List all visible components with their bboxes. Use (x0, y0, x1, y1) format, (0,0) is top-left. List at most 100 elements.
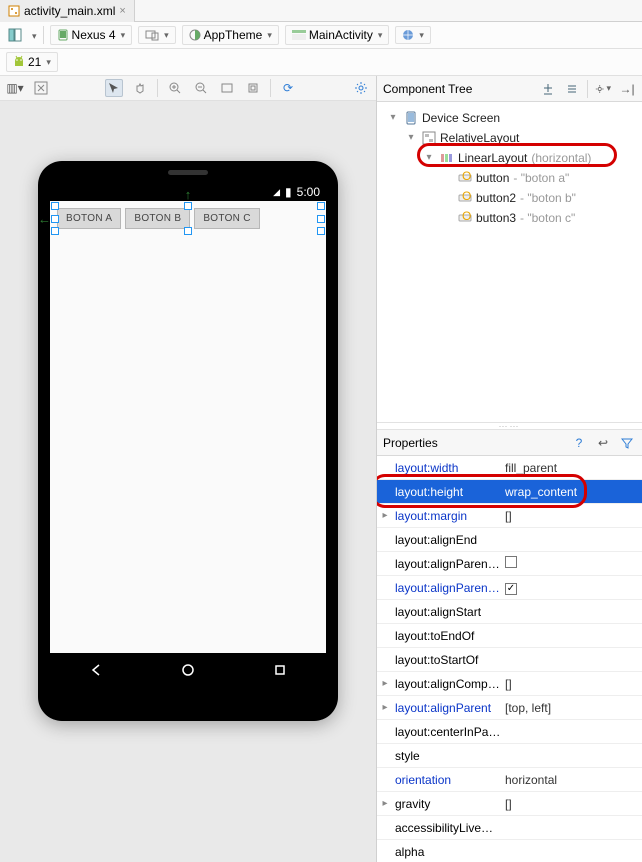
nav-home-icon[interactable] (180, 662, 196, 678)
property-row[interactable]: ▸gravity[] (377, 792, 642, 816)
zoom-actual-icon[interactable] (244, 79, 262, 97)
selected-linearlayout[interactable]: ↑ ← BOTON ABOTON BBOTON C (56, 207, 320, 230)
property-row[interactable]: layout:alignEnd (377, 528, 642, 552)
property-name: layout:margin (393, 509, 501, 523)
property-row[interactable]: accessibilityLiveRegion (377, 816, 642, 840)
close-icon[interactable]: × (119, 5, 125, 17)
revert-icon[interactable]: ↩ (594, 434, 612, 452)
component-tree-header: Component Tree →| (377, 76, 642, 102)
tree-node-button[interactable]: OKbutton - "boton a" (377, 168, 642, 188)
property-row[interactable]: ▸layout:alignComponent[] (377, 672, 642, 696)
device-icon (403, 111, 418, 126)
preview-button[interactable]: BOTON A (57, 208, 121, 229)
property-value: [top, left] (505, 701, 551, 715)
expander-icon[interactable]: ▸ (377, 798, 393, 809)
tree-node-device screen[interactable]: ▾Device Screen (377, 108, 642, 128)
property-name: layout:alignStart (393, 605, 501, 619)
tree-caret[interactable]: ▾ (405, 129, 417, 147)
property-row[interactable]: layout:alignStart (377, 600, 642, 624)
theme-picker[interactable]: AppTheme (182, 25, 279, 45)
refresh-icon[interactable]: ⟳ (279, 79, 297, 97)
tree-label: button2 (476, 189, 516, 207)
palette-toggle-icon[interactable] (6, 26, 24, 44)
property-value: horizontal (505, 773, 557, 787)
tree-caret[interactable]: ▾ (387, 109, 399, 127)
zoom-in-icon[interactable] (166, 79, 184, 97)
preview-button[interactable]: BOTON C (194, 208, 259, 229)
property-name: style (393, 749, 501, 763)
zoom-fit-icon[interactable] (218, 79, 236, 97)
property-name: layout:alignParentStart (393, 581, 501, 595)
properties-list[interactable]: layout:widthfill_parentlayout:heightwrap… (377, 456, 642, 862)
design-surface-pane: ▥▾ (0, 76, 376, 862)
editor-tab-label: activity_main.xml (24, 4, 115, 18)
help-icon[interactable]: ? (570, 434, 588, 452)
viewport-toggle-icon[interactable] (32, 79, 50, 97)
tree-label: LinearLayout (458, 149, 527, 167)
editor-tabbar: activity_main.xml × (0, 0, 642, 22)
nav-back-icon[interactable] (88, 662, 104, 678)
pan-tool-icon[interactable] (131, 79, 149, 97)
properties-header: Properties ? ↩ (377, 430, 642, 456)
select-tool-icon[interactable] (105, 79, 123, 97)
property-name: layout:centerInParent (393, 725, 501, 739)
tree-node-relativelayout[interactable]: ▾RelativeLayout (377, 128, 642, 148)
preview-button[interactable]: BOTON B (125, 208, 190, 229)
signal-icon: ◢ (273, 187, 280, 198)
property-row[interactable]: layout:toEndOf (377, 624, 642, 648)
tree-hide-icon[interactable]: →| (618, 80, 636, 98)
tree-node-button2[interactable]: OKbutton2 - "boton b" (377, 188, 642, 208)
property-name: alpha (393, 845, 501, 859)
orientation-picker[interactable] (138, 26, 176, 44)
btn-icon: OK (457, 191, 472, 206)
render-dropdown[interactable]: ▥▾ (6, 79, 24, 97)
design-canvas[interactable]: ◢ ▮ 5:00 ↑ ← BOTON ABOTON BBOTON C (0, 101, 376, 862)
expander-icon[interactable]: ▸ (377, 702, 393, 713)
activity-picker[interactable]: MainActivity (285, 25, 390, 45)
device-picker[interactable]: Nexus 4 (50, 25, 133, 45)
properties-panel: Properties ? ↩ layout:widthfill_parentla… (377, 430, 642, 862)
constraint-arrow-left-icon: ← (38, 211, 51, 226)
settings-gear-icon[interactable] (352, 79, 370, 97)
svg-text:OK: OK (462, 171, 472, 183)
collapse-all-icon[interactable] (563, 80, 581, 98)
property-row[interactable]: ▸layout:margin [] (377, 504, 642, 528)
panel-splitter[interactable]: ⋯⋯ (377, 422, 642, 430)
constraint-arrow-up-icon: ↑ (185, 187, 192, 202)
checkbox[interactable] (505, 556, 517, 568)
locale-picker[interactable] (395, 26, 431, 44)
expand-all-icon[interactable] (539, 80, 557, 98)
property-row[interactable]: style (377, 744, 642, 768)
checkbox[interactable] (505, 583, 517, 595)
property-row[interactable]: ▸layout:alignParent[top, left] (377, 696, 642, 720)
tree-sublabel: (horizontal) (531, 149, 591, 167)
property-row[interactable]: layout:widthfill_parent (377, 456, 642, 480)
tree-label: button (476, 169, 509, 187)
svg-text:OK: OK (462, 191, 472, 203)
property-name: layout:height (393, 485, 501, 499)
component-tree[interactable]: ▾Device Screen▾RelativeLayout▾ LinearLayo… (377, 102, 642, 422)
activity-label: MainActivity (309, 28, 373, 42)
property-row[interactable]: layout:heightwrap_content (377, 480, 642, 504)
tree-node-linearlayout[interactable]: ▾ LinearLayout (horizontal) (377, 148, 642, 168)
zoom-out-icon[interactable] (192, 79, 210, 97)
editor-tab-activity-main[interactable]: activity_main.xml × (0, 0, 135, 22)
property-row[interactable]: layout:toStartOf (377, 648, 642, 672)
palette-dropdown[interactable] (30, 28, 37, 42)
api-picker[interactable]: 21 (6, 52, 58, 72)
property-row[interactable]: alpha (377, 840, 642, 862)
nav-recent-icon[interactable] (272, 662, 288, 678)
expander-icon[interactable]: ▸ (377, 510, 393, 521)
property-name: layout:alignParentEnd (393, 557, 501, 571)
expander-icon[interactable]: ▸ (377, 678, 393, 689)
property-row[interactable]: layout:alignParentEnd (377, 552, 642, 576)
tree-caret[interactable]: ▾ (423, 149, 435, 167)
tree-node-button3[interactable]: OKbutton3 - "boton c" (377, 208, 642, 228)
filter-icon[interactable] (618, 434, 636, 452)
property-row[interactable]: layout:centerInParent (377, 720, 642, 744)
property-row[interactable]: orientationhorizontal (377, 768, 642, 792)
tree-settings-icon[interactable] (594, 80, 612, 98)
property-row[interactable]: layout:alignParentStart (377, 576, 642, 600)
property-value: [] (505, 509, 512, 523)
property-name: gravity (393, 797, 501, 811)
